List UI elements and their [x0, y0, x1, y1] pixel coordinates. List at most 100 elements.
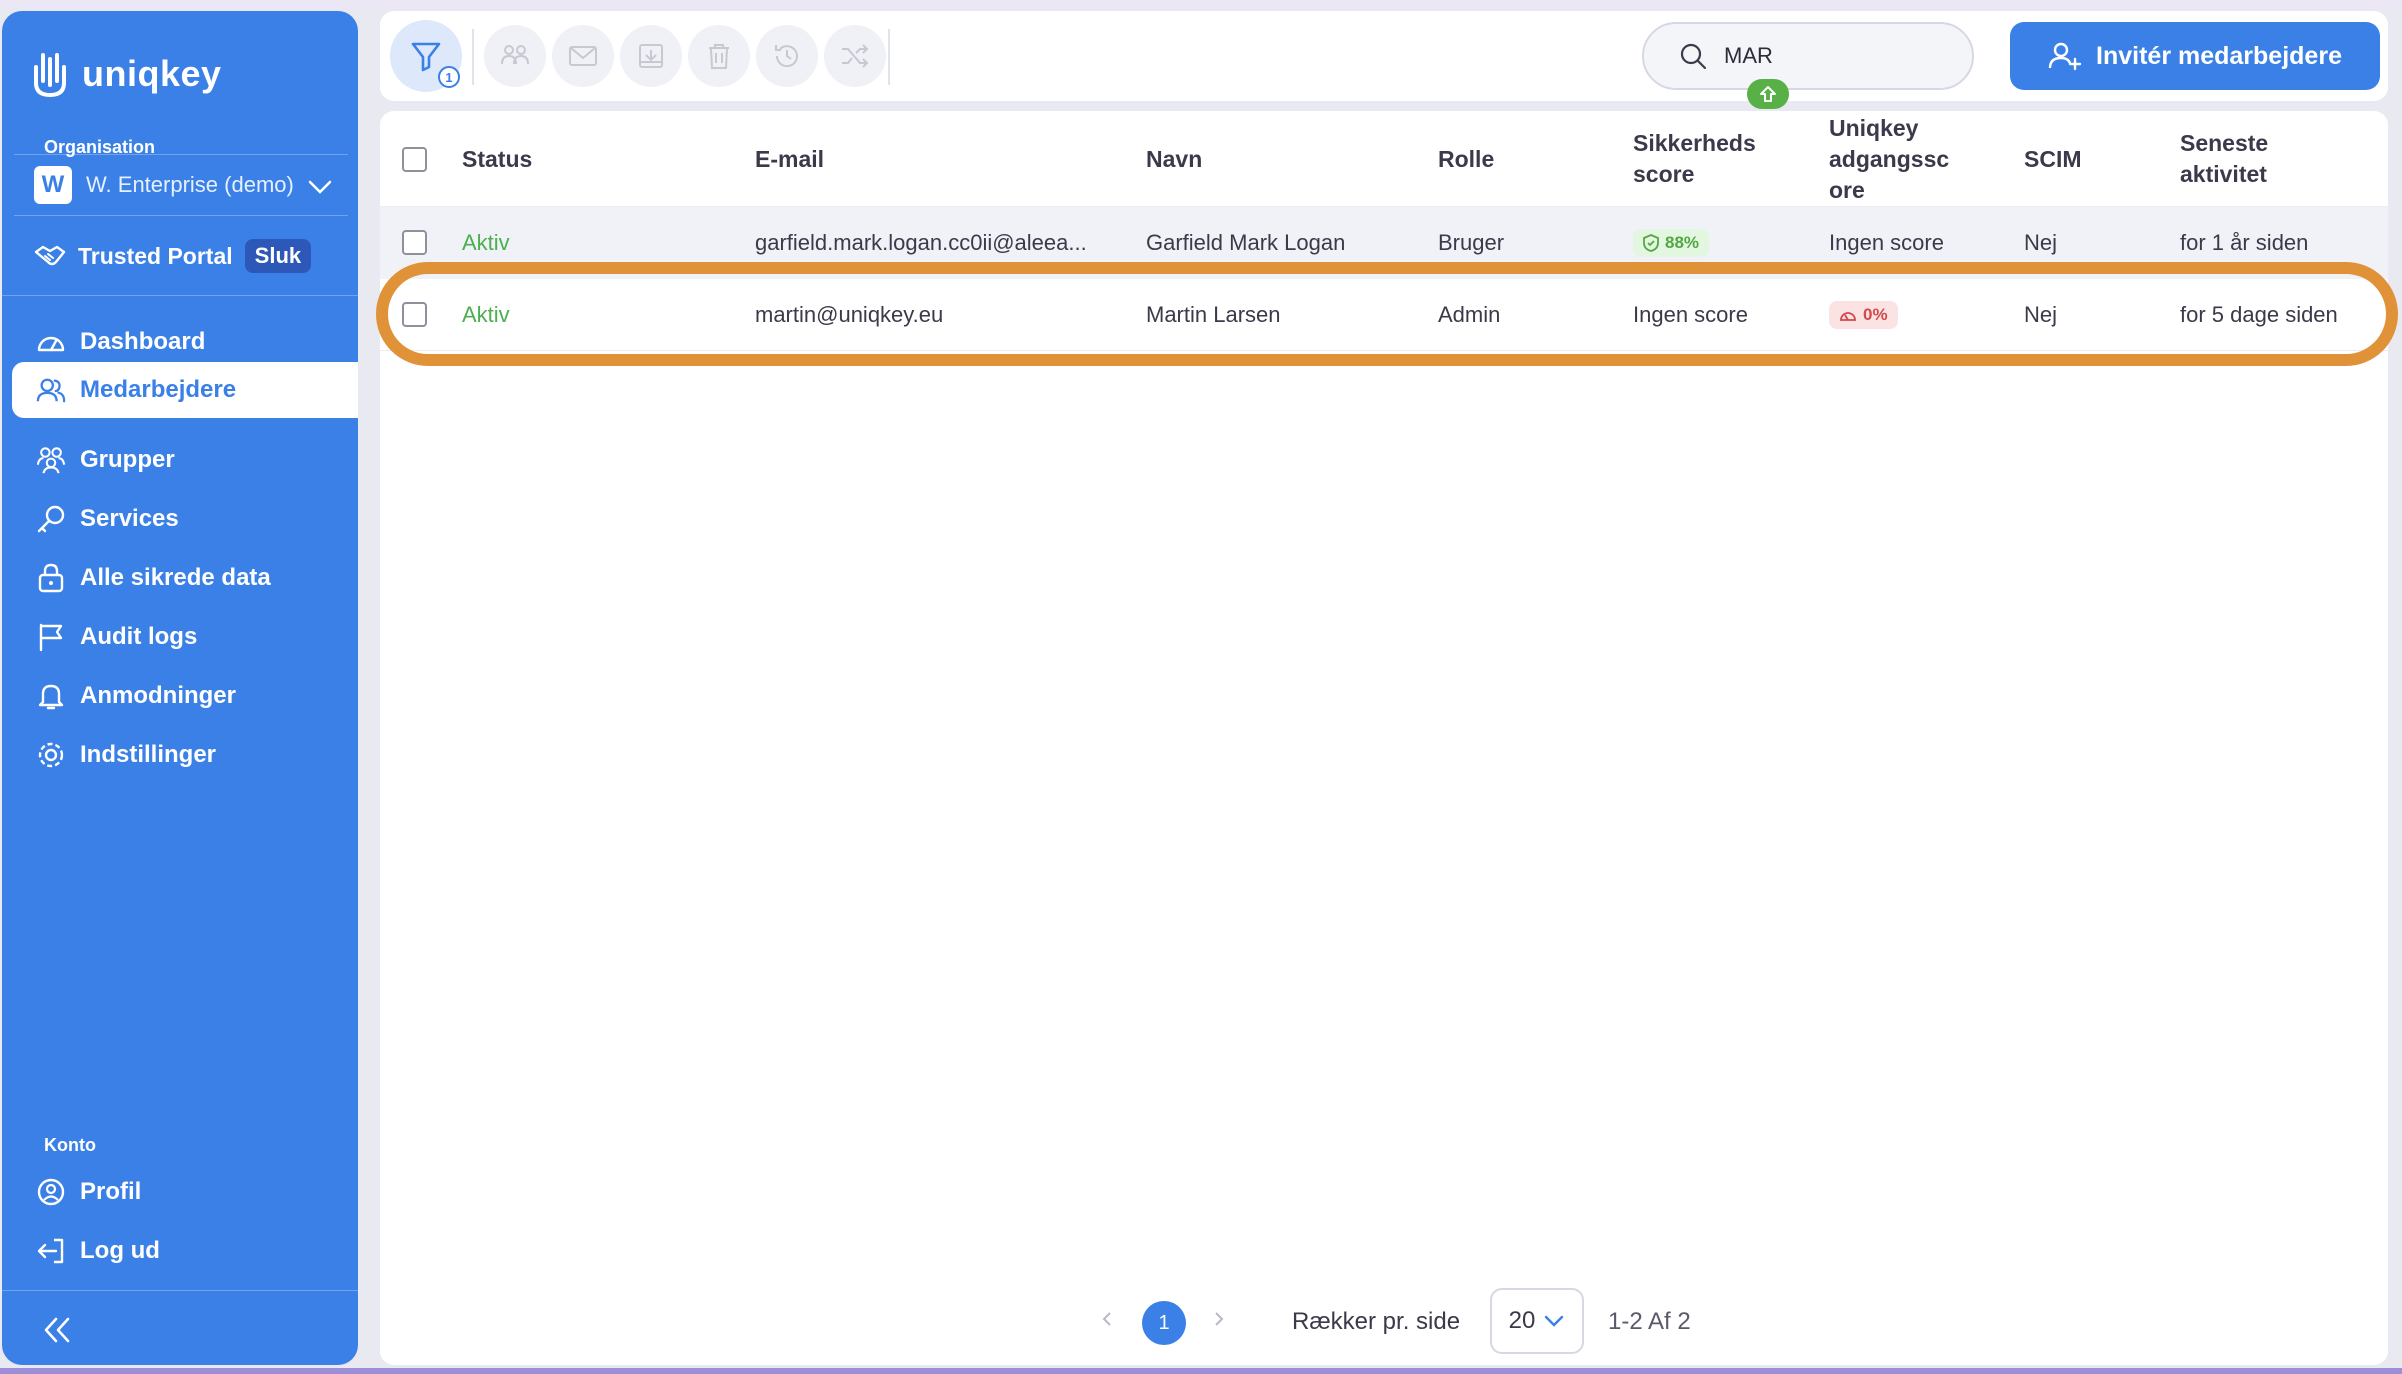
chevron-down-icon — [1545, 1315, 1564, 1327]
logo[interactable]: uniqkey — [32, 49, 222, 99]
sidebar-item-label: Services — [80, 505, 179, 532]
column-header-access-score[interactable]: Uniqkey adgangssc ore — [1829, 113, 1949, 206]
sidebar-item-profil[interactable]: Profil — [12, 1164, 358, 1220]
sidebar-item-grupper[interactable]: Grupper — [12, 432, 358, 488]
employees-table-panel: Status E-mail Navn Rolle Sikkerheds scor… — [380, 111, 2388, 1365]
envelope-icon — [569, 46, 597, 66]
sidebar-item-services[interactable]: Services — [12, 491, 358, 547]
role-cell: Bruger — [1438, 230, 1505, 255]
select-all-checkbox[interactable] — [402, 147, 427, 172]
access-score-cell: 0% — [1829, 279, 1898, 351]
invite-employees-button[interactable]: Invitér medarbejdere — [2010, 22, 2380, 90]
last-activity-cell: for 5 dage siden — [2180, 302, 2338, 327]
page-1-button[interactable]: 1 — [1142, 1301, 1186, 1345]
column-header-status[interactable]: Status — [462, 144, 532, 175]
collapse-sidebar-button[interactable] — [40, 1315, 74, 1350]
column-header-line: ore — [1829, 177, 1865, 203]
sidebar-item-label: Anmodninger — [80, 682, 236, 709]
gear-icon — [36, 740, 66, 770]
trusted-portal-label: Trusted Portal — [78, 242, 233, 269]
invite-button-label: Invitér medarbejdere — [2096, 41, 2342, 70]
column-header-name[interactable]: Navn — [1146, 144, 1202, 175]
name-cell: Martin Larsen — [1146, 302, 1281, 327]
previous-page-button[interactable] — [1100, 1308, 1114, 1336]
column-header-last-activity[interactable]: Seneste aktivitet — [2180, 128, 2268, 190]
sidebar-item-label: Dashboard — [80, 328, 206, 355]
sidebar-item-log-ud[interactable]: Log ud — [12, 1223, 358, 1279]
table-row[interactable]: Aktiv martin@uniqkey.eu Martin Larsen Ad… — [380, 279, 2388, 351]
column-header-email[interactable]: E-mail — [755, 144, 824, 175]
row-checkbox[interactable] — [402, 302, 427, 327]
security-score-cell: Ingen score — [1633, 302, 1748, 327]
next-page-button[interactable] — [1212, 1308, 1226, 1336]
window-top-strip — [0, 0, 2402, 10]
double-chevron-left-icon — [44, 1317, 70, 1343]
toolbar-divider — [472, 29, 474, 85]
chevron-down-icon — [308, 180, 332, 194]
logo-text: uniqkey — [82, 53, 222, 94]
shuffle-button[interactable] — [824, 25, 886, 87]
uniqkey-logo-icon — [34, 53, 66, 98]
last-activity-cell: for 1 år siden — [2180, 230, 2309, 255]
row-checkbox[interactable] — [402, 230, 427, 255]
rows-per-page-label: Rækker pr. side — [1292, 1308, 1461, 1335]
column-header-security-score[interactable]: Sikkerheds score — [1633, 128, 1756, 190]
security-score-cell: 88% — [1633, 207, 1710, 279]
shield-check-icon — [1643, 234, 1659, 252]
sidebar-item-audit-logs[interactable]: Audit logs — [12, 609, 358, 665]
sidebar-item-indstillinger[interactable]: Indstillinger — [12, 727, 358, 783]
sidebar: uniqkey Organisation W W. Enterprise (de… — [2, 11, 358, 1365]
access-score-badge: 0% — [1829, 301, 1898, 329]
column-header-line: aktivitet — [2180, 161, 2267, 187]
access-score-cell: Ingen score — [1829, 230, 1944, 255]
column-header-line: Seneste — [2180, 130, 2269, 156]
gauge-icon — [1840, 312, 1856, 321]
sidebar-item-label: Audit logs — [80, 623, 198, 650]
table-row[interactable]: Aktiv garfield.mark.logan.cc0ii@aleea...… — [380, 207, 2388, 279]
flag-icon — [36, 622, 66, 652]
chevron-right-icon — [1215, 1312, 1224, 1326]
sidebar-item-anmodninger[interactable]: Anmodninger — [12, 668, 358, 724]
add-to-group-button[interactable] — [484, 25, 546, 87]
logout-icon — [36, 1236, 66, 1266]
organisation-badge: W — [34, 166, 72, 204]
sidebar-item-label: Profil — [80, 1178, 142, 1205]
toolbar-divider — [888, 29, 890, 85]
security-score-value: 88% — [1665, 233, 1700, 252]
organisation-select[interactable]: W W. Enterprise (demo) — [14, 154, 348, 216]
pagination: 1 Rækker pr. side 20 1-2 Af 2 — [380, 1288, 2388, 1358]
sidebar-item-medarbejdere[interactable]: Medarbejdere — [12, 362, 358, 418]
scim-cell: Nej — [2024, 230, 2058, 255]
column-header-scim[interactable]: SCIM — [2024, 144, 2082, 175]
konto-label: Konto — [44, 1135, 96, 1155]
delete-button[interactable] — [688, 25, 750, 87]
history-button[interactable] — [756, 25, 818, 87]
archive-icon — [639, 44, 663, 68]
sidebar-item-label: Indstillinger — [80, 741, 217, 768]
search-submit-indicator — [1747, 79, 1789, 109]
column-header-role[interactable]: Rolle — [1438, 144, 1494, 175]
key-icon — [36, 504, 66, 534]
search-input[interactable]: MAR — [1724, 43, 1773, 69]
trash-icon — [709, 44, 729, 69]
trusted-portal-toggle[interactable]: Trusted Portal Sluk — [34, 239, 312, 273]
archive-button[interactable] — [620, 25, 682, 87]
sidebar-item-label: Grupper — [80, 446, 175, 473]
sidebar-divider — [2, 295, 358, 296]
profile-icon — [36, 1177, 66, 1207]
sidebar-item-label: Alle sikrede data — [80, 564, 271, 591]
search-field[interactable]: MAR — [1642, 22, 1974, 90]
rows-per-page-select[interactable]: 20 — [1490, 1288, 1584, 1354]
trusted-portal-status-badge[interactable]: Sluk — [244, 239, 312, 273]
sidebar-item-alle-sikrede-data[interactable]: Alle sikrede data — [12, 550, 358, 606]
sidebar-item-label: Medarbejdere — [80, 376, 237, 403]
group-icon — [501, 45, 529, 65]
groups-icon — [36, 445, 66, 475]
table-header: Status E-mail Navn Rolle Sikkerheds scor… — [380, 111, 2388, 207]
send-email-button[interactable] — [552, 25, 614, 87]
status-cell: Aktiv — [462, 230, 510, 255]
scim-cell: Nej — [2024, 302, 2058, 327]
security-score-badge: 88% — [1633, 229, 1710, 257]
filter-button[interactable]: 1 — [390, 20, 462, 92]
shuffle-icon — [842, 44, 869, 68]
